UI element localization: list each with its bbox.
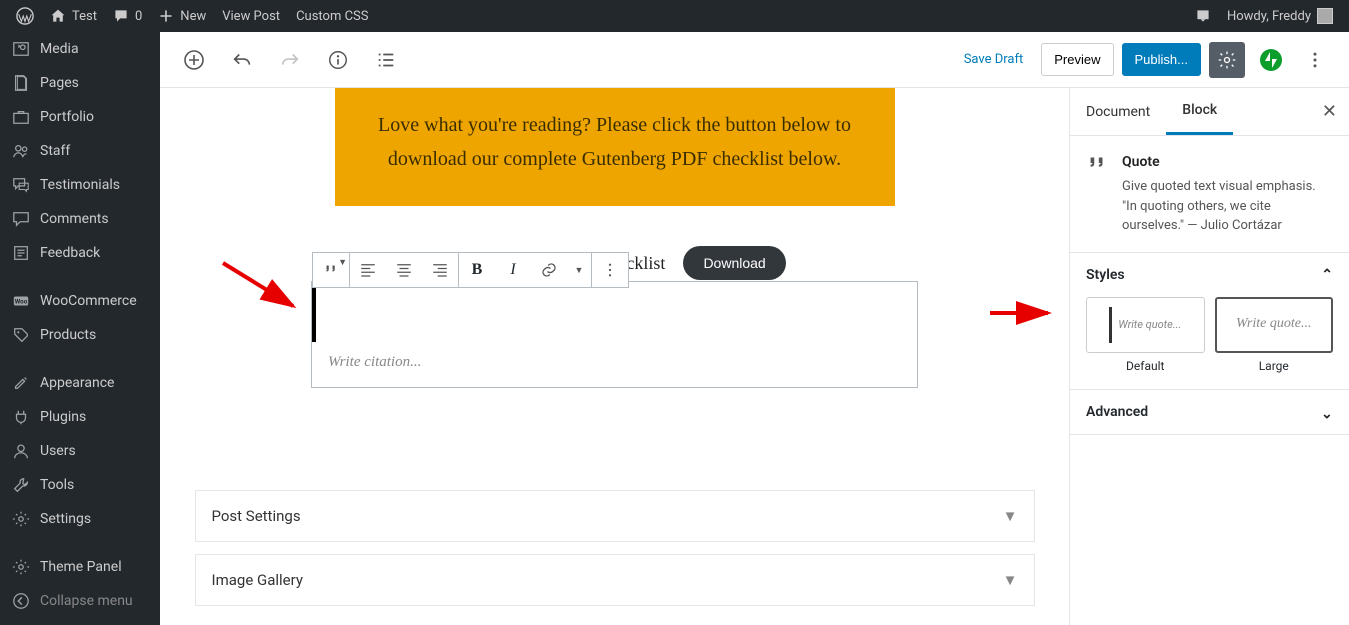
comments-count: 0 (135, 9, 142, 24)
block-type-button[interactable]: ▼ (313, 253, 349, 287)
site-name: Test (72, 9, 97, 24)
more-formatting[interactable]: ▼ (567, 253, 591, 287)
new-label: New (180, 9, 206, 24)
redo-button[interactable] (272, 42, 308, 78)
sidebar-item-plugins[interactable]: Plugins (0, 400, 160, 434)
sidebar-item-media[interactable]: Media (0, 32, 160, 66)
sidebar-item-comments[interactable]: Comments (0, 202, 160, 236)
style-default[interactable]: Write quote... Default (1086, 297, 1205, 373)
sidebar-item-tools[interactable]: Tools (0, 468, 160, 502)
section-label: Image Gallery (212, 571, 303, 589)
image-gallery-section[interactable]: Image Gallery ▼ (195, 554, 1035, 606)
notifications-icon[interactable] (1187, 0, 1219, 32)
quote-block[interactable]: ▼ B I ▼ (311, 281, 918, 388)
media-icon (12, 40, 30, 58)
citation-input[interactable] (312, 342, 917, 387)
post-settings-section[interactable]: Post Settings ▼ (195, 490, 1035, 542)
info-button[interactable] (320, 42, 356, 78)
sidebar-item-products[interactable]: Products (0, 318, 160, 352)
sidebar-item-staff[interactable]: Staff (0, 134, 160, 168)
sidebar-item-portfolio[interactable]: Portfolio (0, 100, 160, 134)
tab-document[interactable]: Document (1070, 90, 1166, 134)
align-right-button[interactable] (422, 253, 458, 287)
comments-link[interactable]: 0 (105, 0, 150, 32)
collapse-icon (12, 592, 30, 610)
advanced-title: Advanced (1086, 404, 1148, 420)
sidebar-item-pages[interactable]: Pages (0, 66, 160, 100)
chevron-down-icon: ▼ (1003, 507, 1018, 525)
quote-icon (1086, 152, 1108, 236)
publish-button[interactable]: Publish... (1122, 43, 1201, 76)
sidebar-item-feedback[interactable]: Feedback (0, 236, 160, 270)
style-label: Default (1086, 359, 1205, 373)
block-title: Quote (1122, 152, 1333, 173)
plugin-icon (12, 408, 30, 426)
admin-sidebar: MediaPagesPortfolioStaffTestimonialsComm… (0, 32, 160, 625)
style-large[interactable]: Write quote... Large (1215, 297, 1334, 373)
settings-toggle[interactable] (1209, 42, 1245, 78)
svg-text:Woo: Woo (15, 298, 28, 306)
outline-button[interactable] (368, 42, 404, 78)
tool-icon (12, 476, 30, 494)
wp-logo[interactable] (8, 0, 42, 32)
sidebar-item-users[interactable]: Users (0, 434, 160, 468)
preview-button[interactable]: Preview (1041, 43, 1113, 76)
styles-section-toggle[interactable]: Styles ⌃ (1070, 253, 1349, 297)
chevron-down-icon: ▼ (1003, 571, 1018, 589)
link-button[interactable] (531, 253, 567, 287)
align-center-button[interactable] (386, 253, 422, 287)
save-draft-button[interactable]: Save Draft (954, 44, 1034, 75)
comment-icon (12, 210, 30, 228)
undo-button[interactable] (224, 42, 260, 78)
editor-canvas[interactable]: Love what you're reading? Please click t… (160, 88, 1069, 625)
woo-icon: Woo (12, 292, 30, 310)
view-post[interactable]: View Post (214, 0, 288, 32)
appearance-icon (12, 374, 30, 392)
styles-title: Styles (1086, 267, 1125, 283)
more-menu[interactable] (1297, 42, 1333, 78)
section-label: Post Settings (212, 507, 301, 525)
cta-box: Love what you're reading? Please click t… (335, 88, 895, 206)
sidebar-item-settings[interactable]: Settings (0, 502, 160, 536)
sidebar-item-appearance[interactable]: Appearance (0, 366, 160, 400)
settings-icon (12, 510, 30, 528)
block-toolbar: ▼ B I ▼ (312, 252, 629, 288)
italic-button[interactable]: I (495, 253, 531, 287)
user-icon (12, 442, 30, 460)
tab-block[interactable]: Block (1166, 88, 1233, 135)
editor-header: Save Draft Preview Publish... (160, 32, 1349, 88)
download-button[interactable]: Download (683, 246, 785, 280)
sidebar-item-woocommerce[interactable]: WooWooCommerce (0, 284, 160, 318)
users-icon (12, 142, 30, 160)
style-label: Large (1215, 359, 1334, 373)
chevron-up-icon: ⌃ (1321, 267, 1333, 283)
custom-css[interactable]: Custom CSS (288, 0, 376, 32)
add-block-button[interactable] (176, 42, 212, 78)
close-icon[interactable]: ✕ (1322, 101, 1337, 122)
jetpack-icon[interactable] (1253, 42, 1289, 78)
block-more-menu[interactable] (592, 253, 628, 287)
block-description: Give quoted text visual emphasis. "In qu… (1122, 177, 1333, 236)
user-howdy[interactable]: Howdy, Freddy (1219, 0, 1341, 32)
settings-panel: Document Block ✕ Quote Give quoted text … (1069, 88, 1349, 625)
bold-button[interactable]: B (459, 253, 495, 287)
align-left-button[interactable] (350, 253, 386, 287)
advanced-section-toggle[interactable]: Advanced ⌃ (1070, 390, 1349, 434)
sidebar-item-collapse-menu[interactable]: Collapse menu (0, 584, 160, 618)
howdy-text: Howdy, Freddy (1227, 9, 1311, 24)
avatar (1317, 8, 1333, 24)
page-icon (12, 74, 30, 92)
product-icon (12, 326, 30, 344)
portfolio-icon (12, 108, 30, 126)
settings-icon (12, 558, 30, 576)
sidebar-item-theme-panel[interactable]: Theme Panel (0, 550, 160, 584)
chat-icon (12, 176, 30, 194)
sidebar-item-testimonials[interactable]: Testimonials (0, 168, 160, 202)
site-home[interactable]: Test (42, 0, 105, 32)
chevron-down-icon: ⌃ (1321, 404, 1333, 420)
form-icon (12, 244, 30, 262)
new-link[interactable]: New (150, 0, 214, 32)
quote-text-area[interactable] (312, 282, 917, 342)
